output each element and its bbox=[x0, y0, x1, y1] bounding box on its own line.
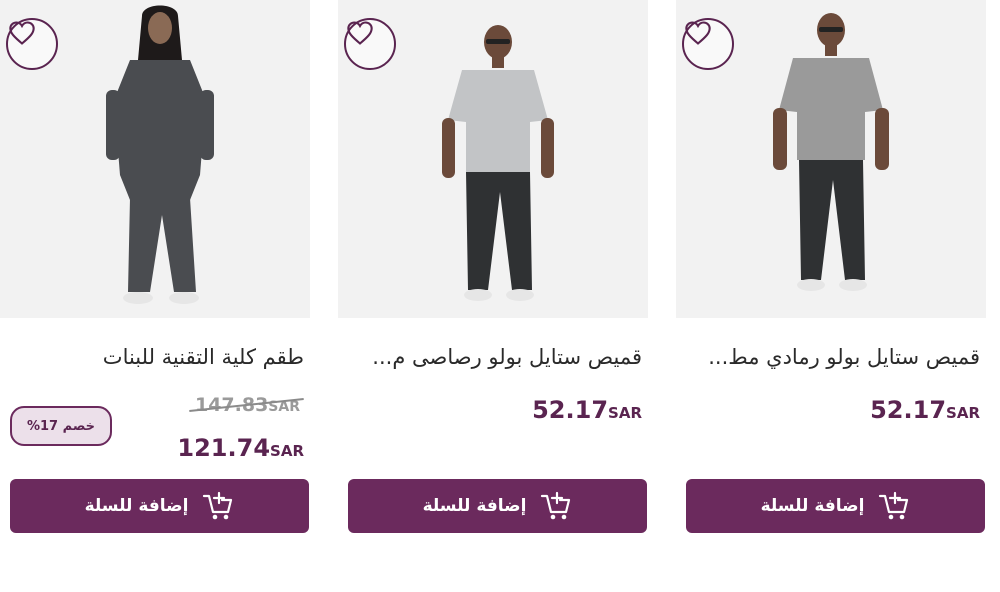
add-to-cart-button[interactable]: إضافة للسلة bbox=[348, 479, 647, 533]
add-to-cart-label: إضافة للسلة bbox=[760, 496, 865, 516]
cart-plus-icon bbox=[878, 491, 910, 521]
product-price: 52.17 SAR bbox=[532, 396, 642, 424]
price-currency: SAR bbox=[270, 442, 304, 460]
heart-outline-icon bbox=[347, 21, 373, 45]
product-price: 121.74 SAR bbox=[177, 434, 304, 462]
product-title[interactable]: قميص ستايل بولو رمادي مط... bbox=[680, 345, 980, 369]
product-card[interactable]: قميص ستايل بولو رمادي مط... 52.17 SAR إضا… bbox=[676, 0, 986, 540]
cart-plus-icon bbox=[540, 491, 572, 521]
old-price: 147.83SAR bbox=[189, 394, 304, 416]
product-title[interactable]: طقم كلية التقنية للبنات bbox=[4, 345, 304, 369]
favorite-button[interactable] bbox=[6, 18, 58, 70]
heart-outline-icon bbox=[9, 21, 35, 45]
add-to-cart-label: إضافة للسلة bbox=[422, 496, 527, 516]
price-value: 121.74 bbox=[177, 434, 271, 462]
product-image[interactable] bbox=[676, 0, 986, 318]
favorite-button[interactable] bbox=[344, 18, 396, 70]
discount-badge: خصم 17% bbox=[10, 406, 112, 446]
price-value: 52.17 bbox=[870, 396, 947, 424]
price-value: 52.17 bbox=[532, 396, 609, 424]
favorite-button[interactable] bbox=[682, 18, 734, 70]
product-image[interactable] bbox=[338, 0, 648, 318]
add-to-cart-button[interactable]: إضافة للسلة bbox=[686, 479, 985, 533]
add-to-cart-button[interactable]: إضافة للسلة bbox=[10, 479, 309, 533]
price-currency: SAR bbox=[946, 404, 980, 422]
product-card[interactable]: قميص ستايل بولو رصاصى م... 52.17 SAR إضاف… bbox=[338, 0, 648, 540]
price-currency: SAR bbox=[608, 404, 642, 422]
product-card[interactable]: طقم كلية التقنية للبنات 147.83SAR خصم 17… bbox=[0, 0, 310, 540]
product-title[interactable]: قميص ستايل بولو رصاصى م... bbox=[342, 345, 642, 369]
cart-plus-icon bbox=[202, 491, 234, 521]
heart-outline-icon bbox=[685, 21, 711, 45]
product-image[interactable] bbox=[0, 0, 310, 318]
product-price: 52.17 SAR bbox=[870, 396, 980, 424]
add-to-cart-label: إضافة للسلة bbox=[84, 496, 189, 516]
